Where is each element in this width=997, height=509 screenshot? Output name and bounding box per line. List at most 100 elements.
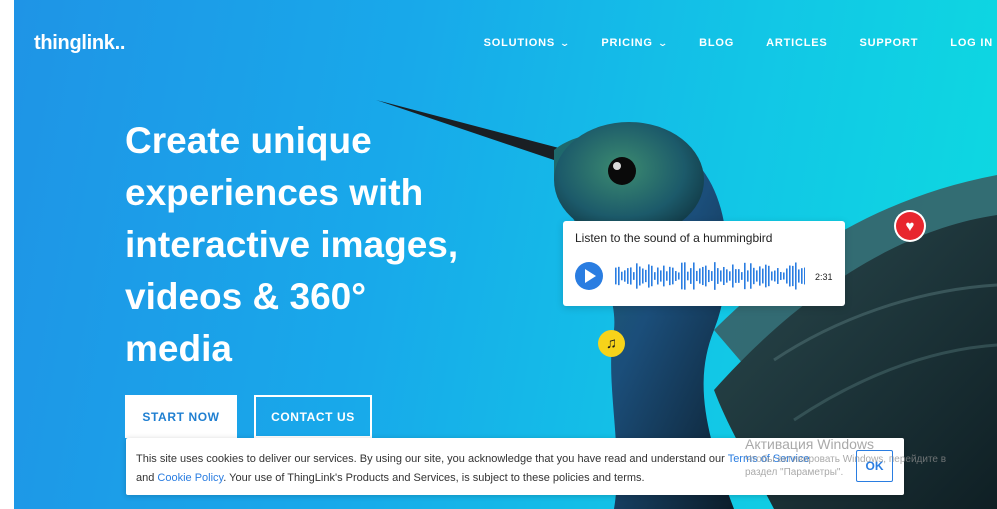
headline-line: experiences with	[125, 172, 424, 213]
nav-solutions-label: SOLUTIONS	[483, 37, 555, 49]
waveform-bar	[681, 262, 683, 290]
waveform-bar	[690, 268, 692, 284]
nav-support[interactable]: SUPPORT	[860, 37, 919, 49]
nav-solutions[interactable]: SOLUTIONS ⌄	[484, 37, 570, 49]
waveform-bar	[774, 270, 776, 282]
waveform-bar	[645, 269, 647, 283]
waveform-bar	[726, 269, 728, 283]
nav-support-label: SUPPORT	[859, 37, 919, 49]
waveform-bar	[777, 268, 779, 284]
waveform-bar	[651, 265, 653, 287]
cookie-policy-link[interactable]: Cookie Policy	[157, 472, 223, 484]
waveform-bar	[699, 268, 701, 284]
thinglink-logo[interactable]: thinglink..	[34, 32, 125, 55]
nav-articles-label: ARTICLES	[766, 37, 828, 49]
waveform-bar	[633, 272, 635, 280]
waveform-bar	[729, 271, 731, 281]
waveform-bar	[735, 269, 737, 283]
waveform-bar	[738, 269, 740, 283]
waveform-bar	[702, 266, 704, 286]
windows-activation-watermark: Активация Windows Чтобы активировать Win…	[745, 436, 946, 478]
headline-line: Create unique	[125, 120, 372, 161]
waveform-bar	[744, 262, 746, 290]
play-icon[interactable]	[575, 262, 603, 290]
waveform-bar	[693, 262, 695, 290]
waveform-bar	[762, 268, 764, 284]
waveform-bar	[753, 267, 755, 285]
cookie-text-1: This site uses cookies to deliver our se…	[136, 453, 728, 465]
audio-title: Listen to the sound of a hummingbird	[575, 231, 773, 245]
waveform-bar	[708, 269, 710, 283]
waveform-bar	[657, 267, 659, 285]
waveform-bar	[615, 267, 617, 285]
waveform-bar	[675, 271, 677, 281]
nav-pricing-label: PRICING	[601, 37, 653, 49]
waveform-bar	[747, 270, 749, 282]
waveform-bar	[705, 265, 707, 287]
waveform-bar	[771, 271, 773, 281]
watermark-line: Чтобы активировать Windows, перейдите в	[745, 454, 947, 465]
waveform-bar	[660, 270, 662, 282]
waveform-bar	[621, 271, 623, 281]
waveform-bar	[714, 262, 716, 290]
waveform-bar	[654, 272, 656, 280]
nav-login[interactable]: LOG IN	[950, 37, 993, 49]
audio-player-card: Listen to the sound of a hummingbird 2:3…	[563, 221, 845, 306]
nav-articles[interactable]: ARTICLES	[766, 37, 827, 49]
waveform-bar	[783, 272, 785, 280]
main-nav: SOLUTIONS ⌄ PRICING ⌄ BLOG ARTICLES SUPP…	[452, 37, 993, 49]
waveform-bar	[696, 270, 698, 282]
waveform-bar	[759, 266, 761, 286]
watermark-line: раздел "Параметры".	[745, 467, 844, 478]
chevron-down-icon: ⌄	[559, 37, 572, 48]
nav-blog[interactable]: BLOG	[699, 37, 734, 49]
waveform-bar	[684, 262, 686, 290]
waveform-bar	[687, 271, 689, 281]
waveform-bar	[798, 269, 800, 283]
cookie-text-2: and	[136, 472, 158, 484]
nav-blog-label: BLOG	[699, 37, 735, 49]
waveform-bar	[717, 268, 719, 284]
watermark-title: Активация Windows	[745, 436, 875, 452]
waveform-bar	[795, 262, 797, 290]
audio-waveform[interactable]	[615, 261, 805, 291]
waveform-bar	[666, 271, 668, 281]
hero-headline: Create unique experiences with interacti…	[125, 115, 545, 375]
waveform-bar	[624, 270, 626, 282]
waveform-bar	[648, 264, 650, 288]
waveform-bar	[780, 272, 782, 280]
waveform-bar	[804, 267, 805, 285]
chevron-down-icon: ⌄	[657, 37, 669, 48]
heart-icon[interactable]: ♥	[896, 212, 924, 240]
waveform-bar	[732, 264, 734, 288]
waveform-bar	[636, 263, 638, 289]
nav-login-label: LOG IN	[950, 37, 993, 49]
music-note-icon[interactable]: ♫	[598, 330, 625, 357]
waveform-bar	[789, 265, 791, 287]
start-now-button[interactable]: START NOW	[125, 395, 237, 438]
cookie-message: This site uses cookies to deliver our se…	[136, 450, 826, 488]
waveform-bar	[627, 268, 629, 284]
cookie-text-3: . Your use of ThingLink's Products and S…	[223, 472, 645, 484]
waveform-bar	[723, 266, 725, 286]
waveform-bar	[618, 266, 620, 286]
headline-line: interactive images,	[125, 224, 459, 265]
waveform-bar	[711, 271, 713, 281]
contact-us-button[interactable]: CONTACT US	[254, 395, 372, 438]
waveform-bar	[630, 267, 632, 285]
hero-section: thinglink.. SOLUTIONS ⌄ PRICING ⌄ BLOG A…	[14, 0, 997, 509]
waveform-bar	[792, 265, 794, 287]
nav-pricing[interactable]: PRICING ⌄	[601, 37, 667, 49]
waveform-bar	[672, 267, 674, 285]
waveform-bar	[741, 272, 743, 280]
waveform-bar	[639, 266, 641, 286]
waveform-bar	[786, 268, 788, 284]
waveform-bar	[801, 268, 803, 284]
waveform-bar	[765, 264, 767, 288]
waveform-bar	[663, 265, 665, 287]
waveform-bar	[756, 270, 758, 282]
waveform-bar	[642, 268, 644, 284]
waveform-bar	[750, 263, 752, 289]
audio-duration: 2:31	[815, 272, 833, 282]
waveform-bar	[720, 270, 722, 282]
